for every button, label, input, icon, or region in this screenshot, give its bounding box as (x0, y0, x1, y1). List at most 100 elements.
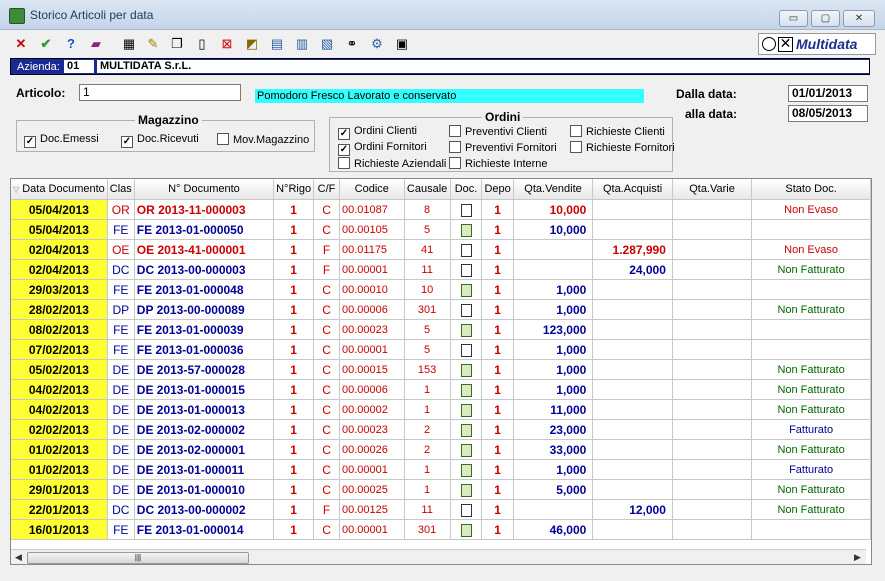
checkbox-box[interactable] (217, 133, 229, 145)
close-window-button[interactable]: ✕ (843, 10, 875, 27)
copy-icon[interactable]: ❐ (168, 35, 186, 52)
calc-icon[interactable]: ▣ (393, 35, 411, 52)
col-causale[interactable]: Causale (404, 179, 451, 200)
articolo-input[interactable]: 1 (79, 84, 241, 101)
cell-stato: Non Fatturato (751, 499, 871, 520)
checkbox-box[interactable]: ✓ (338, 128, 350, 140)
checkbox-box[interactable] (338, 157, 350, 169)
help-icon[interactable]: ? (62, 35, 80, 52)
table-row[interactable]: 07/02/2013 FE FE 2013-01-000036 1 C 00.00001 5… (11, 339, 871, 360)
col-clas[interactable]: Clas (107, 179, 135, 200)
col-codice[interactable]: Codice (339, 179, 405, 200)
documents-table: ▽ Data Documento Clas N° Documento N°Rig… (11, 179, 871, 540)
checkbox-box[interactable] (449, 157, 461, 169)
document-icon[interactable] (460, 263, 472, 277)
richieste-fornitori-checkbox[interactable]: Richieste Fornitori (570, 141, 675, 154)
vertical-scrollbar[interactable]: ▲ ⬍ ▼ ▾ (866, 179, 871, 549)
chart-icon[interactable]: ◩ (243, 35, 261, 52)
maximize-button[interactable]: ▢ (811, 10, 840, 27)
document-icon[interactable] (460, 243, 472, 257)
document-icon[interactable] (460, 483, 472, 497)
doc-ricevuti-checkbox[interactable]: ✓ Doc.Ricevuti (121, 133, 199, 148)
ok-check-icon[interactable]: ✔ (37, 35, 55, 52)
document-icon[interactable] (460, 423, 472, 437)
minimize-button[interactable]: ▭ (779, 10, 808, 27)
table-row[interactable]: 05/04/2013 OR OR 2013-11-000003 1 C 00.01087 8… (11, 199, 871, 220)
col-doc[interactable]: Doc. (450, 179, 483, 200)
col-depo[interactable]: Depo (481, 179, 514, 200)
document-icon[interactable] (460, 323, 472, 337)
table-row[interactable]: 29/01/2013 DE DE 2013-01-000010 1 C 00.00025 1… (11, 479, 871, 500)
table-row[interactable]: 02/04/2013 OE OE 2013-41-000001 1 F 00.01175 4… (11, 239, 871, 260)
col-rigo[interactable]: N°Rigo (273, 179, 315, 200)
richieste-aziendali-checkbox[interactable]: Richieste Aziendali (338, 157, 446, 170)
export-icon[interactable]: ▥ (293, 35, 311, 52)
checkbox-box[interactable]: ✓ (24, 136, 36, 148)
table-row[interactable]: 05/02/2013 DE DE 2013-57-000028 1 C 00.00015 1… (11, 359, 871, 380)
col-cf[interactable]: C/F (313, 179, 340, 200)
from-date-input[interactable]: 01/01/2013 (788, 85, 868, 102)
checkbox-box[interactable]: ✓ (338, 144, 350, 156)
document-icon[interactable] (460, 343, 472, 357)
document-icon[interactable] (460, 383, 472, 397)
table-row[interactable]: 29/03/2013 FE FE 2013-01-000048 1 C 00.00010 1… (11, 279, 871, 300)
document-icon[interactable] (460, 403, 472, 417)
table-row[interactable]: 22/01/2013 DC DC 2013-00-000002 1 F 00.00125 1… (11, 499, 871, 520)
document-icon[interactable] (460, 523, 472, 537)
checkbox-box[interactable] (570, 141, 582, 153)
binoculars-icon[interactable]: ⚭ (343, 35, 361, 52)
richieste-interne-checkbox[interactable]: Richieste Interne (449, 157, 548, 170)
table-row[interactable]: 02/04/2013 DC DC 2013-00-000003 1 F 00.00001 1… (11, 259, 871, 280)
col-qta-vendite[interactable]: Qta.Vendite (513, 179, 594, 200)
document-icon[interactable] (460, 363, 472, 377)
table-row[interactable]: 04/02/2013 DE DE 2013-01-000013 1 C 00.00002 1… (11, 399, 871, 420)
mov-magazzino-checkbox[interactable]: Mov.Magazzino (217, 133, 309, 146)
book-icon[interactable]: ▰ (87, 35, 105, 52)
window-icon[interactable]: ▤ (268, 35, 286, 52)
document-icon[interactable] (460, 223, 472, 237)
col-data-documento[interactable]: ▽ Data Documento (11, 179, 108, 200)
document-icon[interactable] (460, 203, 472, 217)
checkbox-box[interactable] (449, 141, 461, 153)
table-row[interactable]: 05/04/2013 FE FE 2013-01-000050 1 C 00.00105 5… (11, 219, 871, 240)
table-row[interactable]: 28/02/2013 DP DP 2013-00-000089 1 C 00.00006 3… (11, 299, 871, 320)
table-row[interactable]: 01/02/2013 DE DE 2013-02-000001 1 C 00.00026 2… (11, 439, 871, 460)
richieste-clienti-checkbox[interactable]: Richieste Clienti (570, 125, 665, 138)
table-row[interactable]: 08/02/2013 FE FE 2013-01-000039 1 C 00.00023 5… (11, 319, 871, 340)
azienda-code-field[interactable]: 01 (64, 60, 94, 73)
print-icon[interactable]: ▦ (120, 35, 138, 52)
table-row[interactable]: 01/02/2013 DE DE 2013-01-000011 1 C 00.00001 1… (11, 459, 871, 480)
col-numero-documento[interactable]: N° Documento (134, 179, 275, 200)
document-icon[interactable] (460, 283, 472, 297)
checkbox-box[interactable] (449, 125, 461, 137)
new-doc-icon[interactable]: ▯ (193, 35, 211, 52)
table-row[interactable]: 02/02/2013 DE DE 2013-02-000002 1 C 00.00023 2… (11, 419, 871, 440)
col-stato-doc[interactable]: Stato Doc. (751, 179, 871, 200)
to-date-input[interactable]: 08/05/2013 (788, 105, 868, 122)
document-icon[interactable] (460, 303, 472, 317)
document-icon[interactable] (460, 503, 472, 517)
close-x-icon[interactable]: ✕ (12, 35, 30, 52)
table-row[interactable]: 04/02/2013 DE DE 2013-01-000015 1 C 00.00006 1… (11, 379, 871, 400)
scroll-left-icon[interactable]: ◀ (15, 552, 22, 563)
doc-emessi-checkbox[interactable]: ✓ Doc.Emessi (24, 133, 99, 148)
edit-icon[interactable]: ✎ (144, 35, 162, 52)
delete-icon[interactable]: ⊠ (218, 35, 236, 52)
table-row[interactable]: 16/01/2013 FE FE 2013-01-000014 1 C 00.00001 3… (11, 519, 871, 540)
ordini-clienti-checkbox[interactable]: ✓ Ordini Clienti (338, 125, 417, 140)
import-icon[interactable]: ▧ (318, 35, 336, 52)
checkbox-box[interactable]: ✓ (121, 136, 133, 148)
preventivi-fornitori-checkbox[interactable]: Preventivi Fornitori (449, 141, 557, 154)
checkbox-box[interactable] (570, 125, 582, 137)
col-qta-varie[interactable]: Qta.Varie (672, 179, 753, 200)
document-icon[interactable] (460, 443, 472, 457)
scroll-right-icon[interactable]: ▶ (854, 552, 861, 563)
horizontal-scrollbar[interactable]: ◀ ||| ▶ (11, 549, 866, 564)
ordini-fornitori-checkbox[interactable]: ✓ Ordini Fornitori (338, 141, 427, 156)
col-qta-acquisti[interactable]: Qta.Acquisti (592, 179, 673, 200)
preventivi-clienti-checkbox[interactable]: Preventivi Clienti (449, 125, 547, 138)
document-icon[interactable] (460, 463, 472, 477)
cell-numero: FE 2013-01-000036 (134, 339, 275, 360)
settings-icon[interactable]: ⚙ (368, 35, 386, 52)
horizontal-scroll-thumb[interactable]: ||| (27, 552, 249, 564)
